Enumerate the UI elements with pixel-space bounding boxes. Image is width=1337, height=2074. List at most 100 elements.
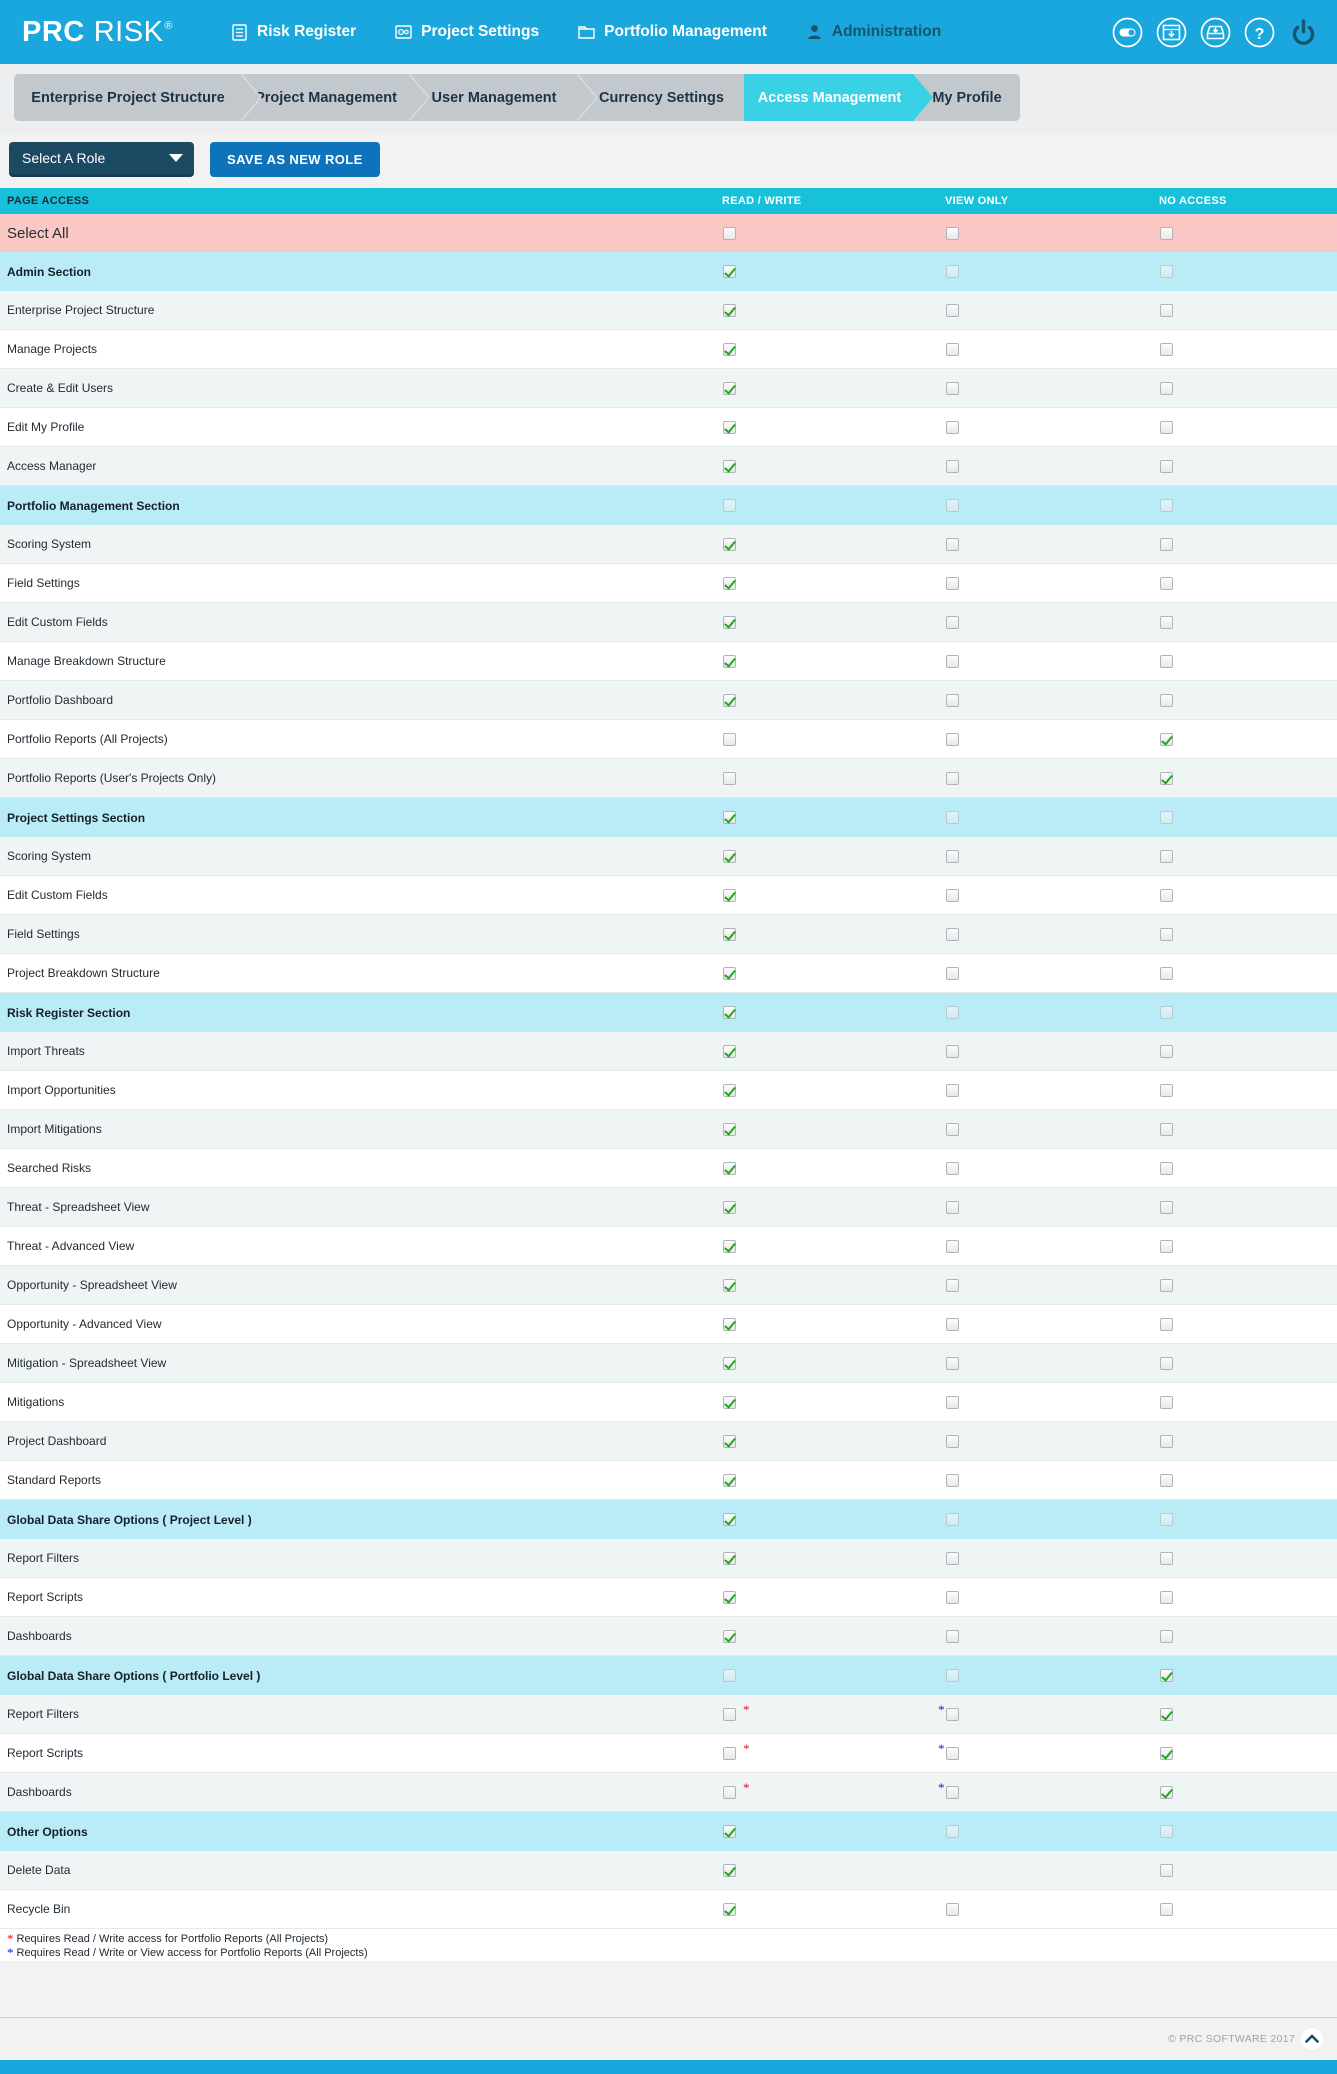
checkbox-view-only[interactable] [946, 1200, 959, 1214]
checkbox-view-only[interactable] [946, 888, 959, 902]
checkbox-view-only[interactable] [946, 1551, 959, 1565]
checkbox-view-only[interactable] [946, 1083, 959, 1097]
checkbox-view-only[interactable] [946, 1317, 959, 1331]
checkbox-view-only[interactable] [946, 265, 959, 278]
checkbox-no-access[interactable] [1160, 1122, 1173, 1136]
checkbox-read-write[interactable] [723, 381, 736, 395]
chevron-up-icon[interactable] [1301, 2028, 1323, 2050]
checkbox-read-write[interactable] [723, 342, 736, 356]
nav-item-portfolio-management[interactable]: Portfolio Management [578, 23, 767, 41]
checkbox-view-only[interactable] [946, 576, 959, 590]
checkbox-view-only[interactable] [946, 1239, 959, 1253]
checkbox-view-only[interactable] [946, 342, 959, 356]
checkbox-view-only[interactable] [946, 1434, 959, 1448]
nav-item-project-settings[interactable]: Project Settings [395, 23, 539, 41]
checkbox-no-access[interactable] [1160, 966, 1173, 980]
checkbox-read-write[interactable] [723, 1785, 736, 1799]
checkbox-read-write[interactable] [723, 1513, 736, 1526]
nav-item-risk-register[interactable]: Risk Register [231, 23, 356, 41]
checkbox-read-write[interactable] [723, 771, 736, 785]
checkbox-no-access[interactable] [1160, 654, 1173, 668]
checkbox-read-write[interactable] [723, 1317, 736, 1331]
checkbox-no-access[interactable] [1160, 927, 1173, 941]
checkbox-view-only[interactable] [946, 811, 959, 824]
checkbox-view-only[interactable] [946, 1513, 959, 1526]
checkbox-no-access[interactable] [1160, 499, 1173, 512]
checkbox-read-write[interactable] [723, 1122, 736, 1136]
app-logo[interactable]: PRC RISK ® [22, 16, 173, 49]
checkbox-read-write[interactable] [723, 1746, 736, 1760]
checkbox-view-only[interactable] [946, 927, 959, 941]
checkbox-read-write[interactable] [723, 1902, 736, 1916]
checkbox-no-access[interactable] [1160, 537, 1173, 551]
checkbox-read-write[interactable] [723, 1669, 736, 1682]
checkbox-view-only[interactable] [946, 1278, 959, 1292]
checkbox-no-access[interactable] [1160, 1356, 1173, 1370]
checkbox-no-access[interactable] [1160, 1785, 1173, 1799]
breadcrumb-item-access-management[interactable]: Access Management [745, 74, 933, 121]
checkbox-view-only[interactable] [946, 1825, 959, 1838]
checkbox-view-only[interactable] [946, 1707, 959, 1721]
role-select-dropdown[interactable]: Select A Role [9, 142, 194, 177]
checkbox-no-access[interactable] [1160, 576, 1173, 590]
checkbox-no-access[interactable] [1160, 1434, 1173, 1448]
checkbox-read-write[interactable] [723, 1239, 736, 1253]
checkbox-read-write[interactable] [723, 1629, 736, 1643]
checkbox-read-write[interactable] [723, 499, 736, 512]
checkbox-read-write[interactable] [723, 615, 736, 629]
checkbox-view-only[interactable] [946, 1629, 959, 1643]
checkbox-no-access[interactable] [1160, 615, 1173, 629]
checkbox-no-access[interactable] [1160, 771, 1173, 785]
checkbox-read-write[interactable] [723, 927, 736, 941]
checkbox-read-write[interactable] [723, 1473, 736, 1487]
checkbox-no-access[interactable] [1160, 811, 1173, 824]
checkbox-no-access[interactable] [1160, 303, 1173, 317]
checkbox-view-only[interactable] [946, 1395, 959, 1409]
checkbox-view-only[interactable] [946, 693, 959, 707]
checkbox-read-write[interactable] [723, 1434, 736, 1448]
checkbox-read-write[interactable] [723, 1395, 736, 1409]
checkbox-read-write[interactable] [723, 1825, 736, 1838]
checkbox-read-write[interactable] [723, 888, 736, 902]
breadcrumb-item-enterprise-project-structure[interactable]: Enterprise Project Structure [14, 74, 261, 121]
breadcrumb-item-user-management[interactable]: User Management [410, 74, 597, 121]
help-question-icon[interactable]: ? [1244, 17, 1275, 48]
checkbox-view-only[interactable] [946, 1356, 959, 1370]
checkbox-no-access[interactable] [1160, 1863, 1173, 1877]
checkbox-view-only[interactable] [946, 1473, 959, 1487]
checkbox-read-write[interactable] [723, 1707, 736, 1721]
checkbox-view-only[interactable] [946, 966, 959, 980]
checkbox-no-access[interactable] [1160, 1083, 1173, 1097]
checkbox-view-only[interactable] [946, 1902, 959, 1916]
checkbox-no-access[interactable] [1160, 1669, 1173, 1682]
checkbox-no-access[interactable] [1160, 1278, 1173, 1292]
checkbox-view-only[interactable] [946, 459, 959, 473]
checkbox-no-access[interactable] [1160, 1044, 1173, 1058]
breadcrumb-item-currency-settings[interactable]: Currency Settings [578, 74, 764, 121]
checkbox-no-access[interactable] [1160, 226, 1173, 240]
checkbox-read-write[interactable] [723, 303, 736, 317]
checkbox-read-write[interactable] [723, 420, 736, 434]
checkbox-no-access[interactable] [1160, 1590, 1173, 1604]
checkbox-read-write[interactable] [723, 1278, 736, 1292]
checkbox-read-write[interactable] [723, 576, 736, 590]
inbox-download-icon[interactable] [1200, 17, 1231, 48]
checkbox-view-only[interactable] [946, 537, 959, 551]
checkbox-no-access[interactable] [1160, 420, 1173, 434]
toggle-switch-icon[interactable] [1112, 17, 1143, 48]
checkbox-no-access[interactable] [1160, 1317, 1173, 1331]
checkbox-read-write[interactable] [723, 1161, 736, 1175]
checkbox-read-write[interactable] [723, 966, 736, 980]
checkbox-view-only[interactable] [946, 1122, 959, 1136]
checkbox-view-only[interactable] [946, 1669, 959, 1682]
checkbox-read-write[interactable] [723, 654, 736, 668]
checkbox-no-access[interactable] [1160, 459, 1173, 473]
checkbox-read-write[interactable] [723, 1006, 736, 1019]
checkbox-no-access[interactable] [1160, 265, 1173, 278]
checkbox-view-only[interactable] [946, 420, 959, 434]
checkbox-no-access[interactable] [1160, 1473, 1173, 1487]
checkbox-no-access[interactable] [1160, 1825, 1173, 1838]
checkbox-view-only[interactable] [946, 226, 959, 240]
checkbox-read-write[interactable] [723, 811, 736, 824]
checkbox-read-write[interactable] [723, 732, 736, 746]
